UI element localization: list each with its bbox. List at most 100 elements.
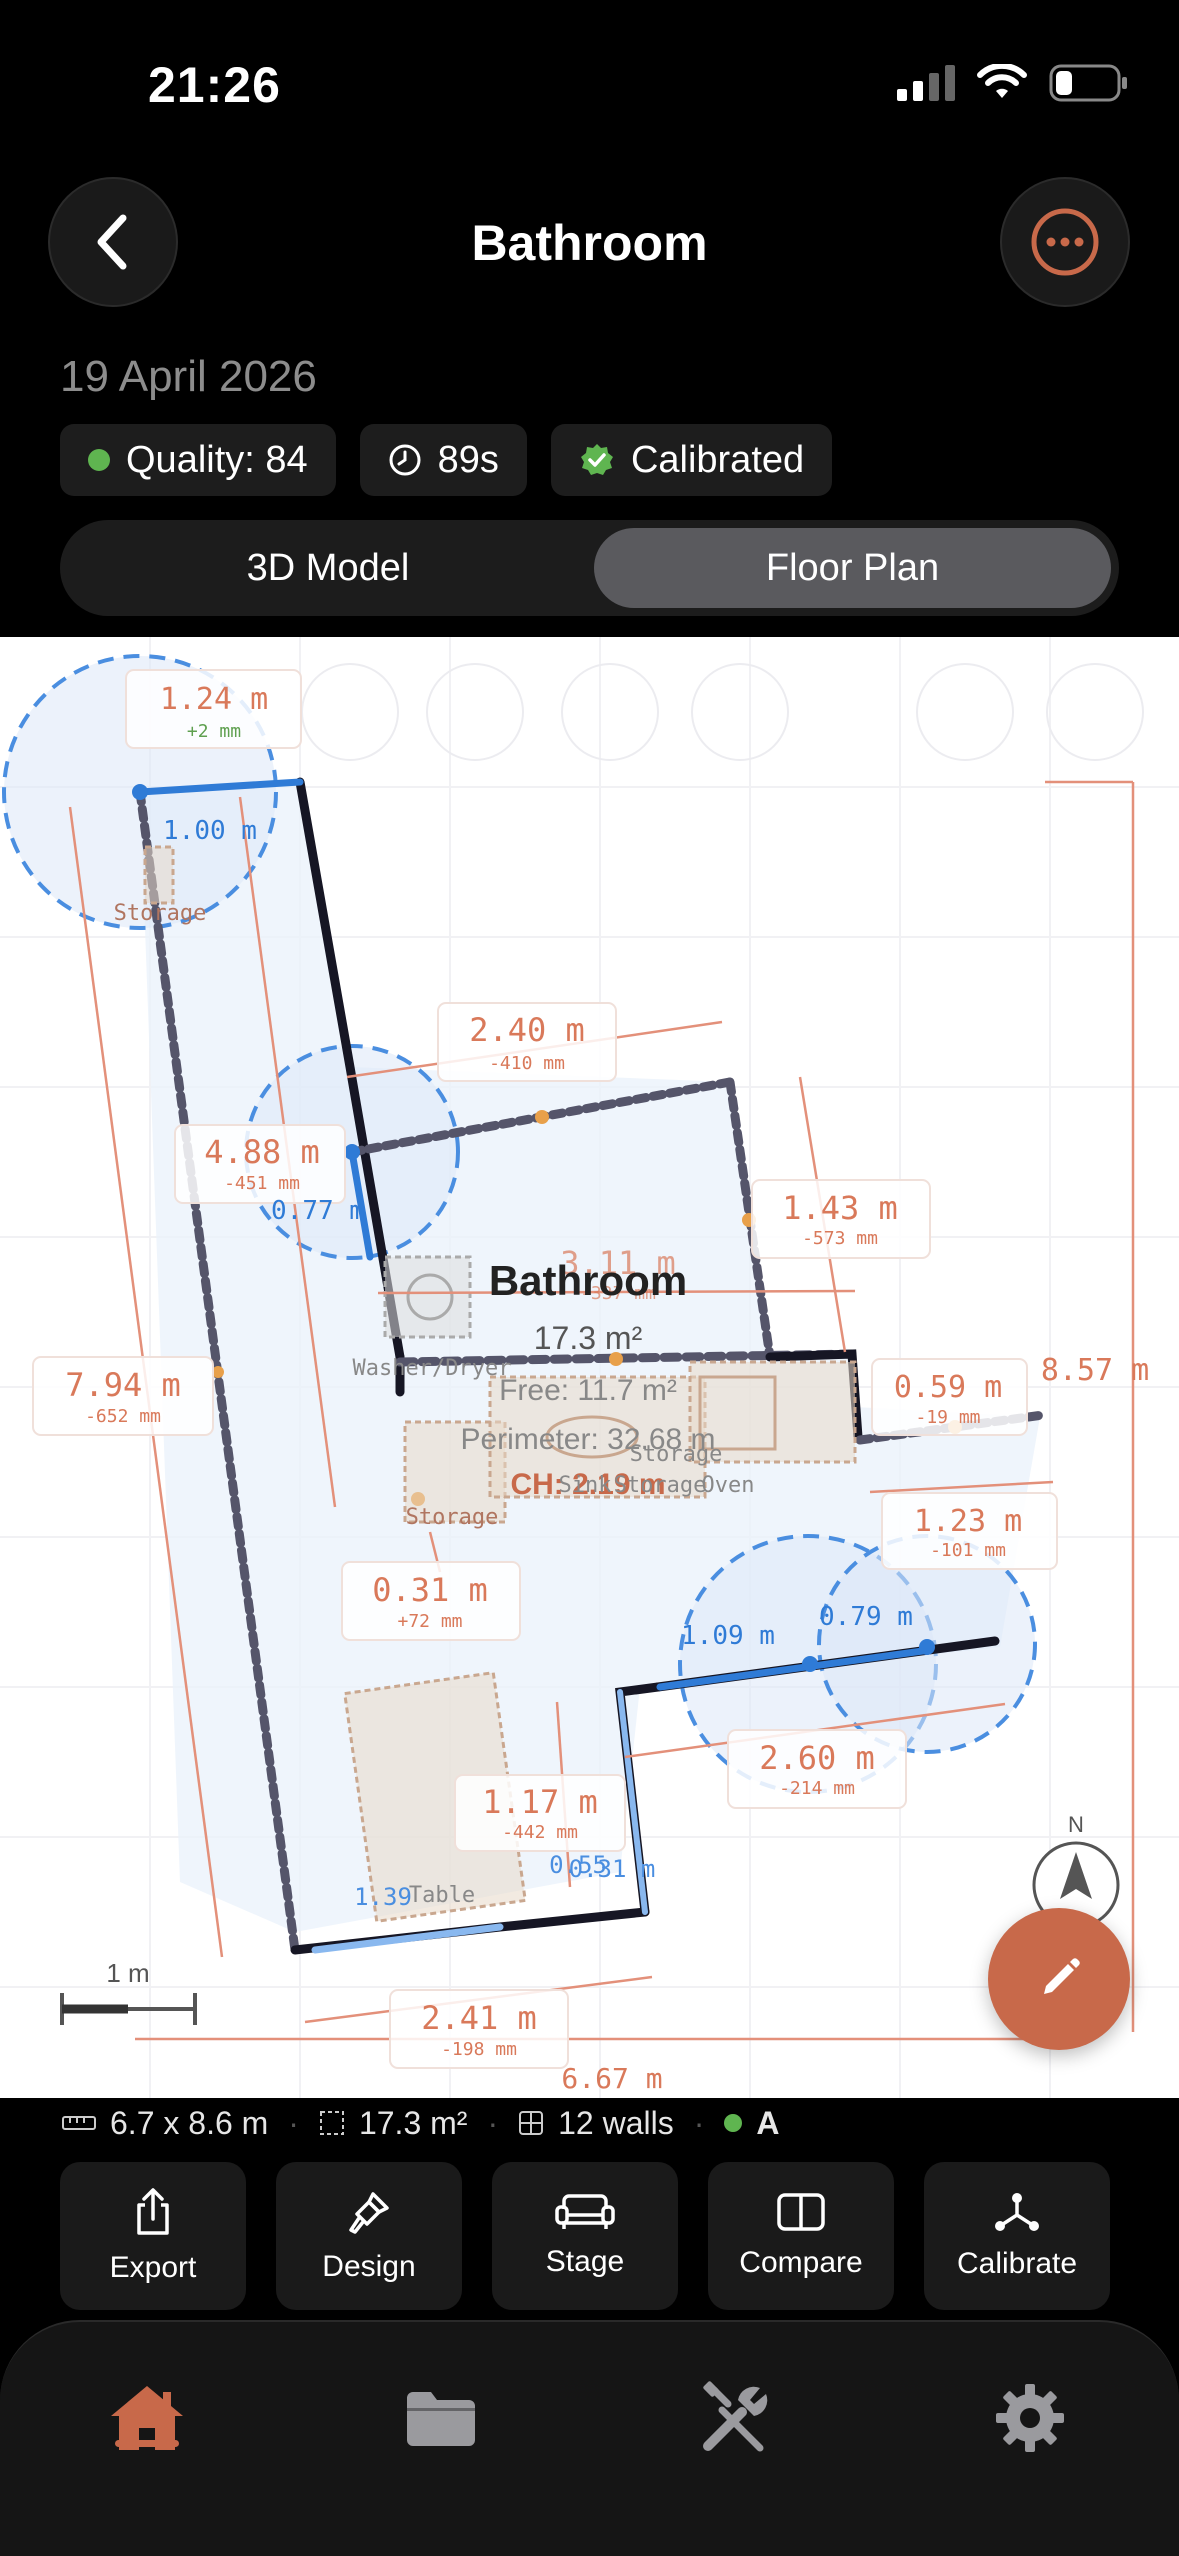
paintbrush-icon bbox=[349, 2192, 389, 2234]
dimension-label: 7.94 m bbox=[65, 1366, 181, 1404]
stat-separator: · bbox=[487, 2104, 499, 2141]
calibrated-chip: Calibrated bbox=[550, 424, 833, 496]
stage-label: Stage bbox=[545, 2245, 625, 2278]
stat-separator: · bbox=[288, 2104, 299, 2141]
stat-area: 17.3 m² bbox=[358, 2104, 468, 2141]
folder-icon bbox=[407, 2392, 475, 2446]
ruler-icon bbox=[62, 2116, 96, 2130]
dimension-delta: -410 mm bbox=[489, 1053, 565, 1074]
scan-stats-strip: 6.7 x 8.6 m · 17.3 m² · 12 walls · A bbox=[0, 2098, 1179, 2148]
dimension-label: 2.40 m bbox=[469, 1011, 585, 1049]
dimension-delta: +72 mm bbox=[397, 1611, 462, 1632]
share-icon bbox=[137, 2188, 169, 2235]
dimension-label: 2.41 m bbox=[421, 1999, 537, 2037]
area-icon bbox=[319, 2111, 344, 2135]
gear-icon bbox=[996, 2384, 1064, 2452]
calibrated-label: Calibrated bbox=[630, 438, 805, 481]
tab-tools[interactable] bbox=[676, 2358, 796, 2478]
edit-fab-button[interactable] bbox=[988, 1908, 1130, 2050]
free-area: Free: 11.7 m² bbox=[499, 1374, 677, 1407]
tab-floor-plan[interactable]: Floor Plan bbox=[594, 528, 1111, 608]
dimension-label: 0.31 m bbox=[569, 1855, 656, 1883]
action-row: Export Design Stage Compare Calibrate bbox=[60, 2162, 1110, 2310]
compass-north-label: N bbox=[1068, 1812, 1084, 1837]
more-options-button[interactable] bbox=[1000, 177, 1130, 307]
export-label: Export bbox=[109, 2251, 197, 2284]
faint-markers bbox=[301, 663, 1144, 761]
dimension-delta: -101 mm bbox=[930, 1540, 1006, 1561]
dimension-delta: -573 mm bbox=[802, 1228, 878, 1249]
scan-date: 19 April 2026 bbox=[60, 352, 317, 401]
tab-files[interactable] bbox=[381, 2358, 501, 2478]
battery-icon bbox=[1049, 64, 1127, 102]
dimension-delta: -19 mm bbox=[915, 1407, 980, 1428]
stat-walls: 12 walls bbox=[558, 2104, 674, 2141]
status-icons bbox=[897, 64, 1129, 102]
dimension-delta: -652 mm bbox=[85, 1406, 161, 1427]
quality-chip: Quality: 84 bbox=[60, 424, 336, 496]
quality-dot-icon bbox=[88, 449, 110, 471]
dimension-delta: -198 mm bbox=[441, 2039, 517, 2060]
export-button[interactable]: Export bbox=[60, 2162, 246, 2310]
tab-settings[interactable] bbox=[970, 2358, 1090, 2478]
wifi-icon bbox=[977, 64, 1027, 98]
nodes-icon bbox=[995, 2193, 1039, 2231]
dimension-label: 0.59 m bbox=[894, 1370, 1002, 1405]
duration-chip: 89s bbox=[359, 424, 527, 496]
dimension-label: 8.57 m bbox=[1041, 1353, 1149, 1388]
tab-selected-indicator bbox=[115, 2440, 179, 2447]
tools-icon bbox=[703, 2381, 768, 2452]
dimension-label: 1.43 m bbox=[782, 1189, 898, 1227]
stat-separator: · bbox=[693, 2104, 705, 2141]
compare-button[interactable]: Compare bbox=[708, 2162, 894, 2310]
dimension-delta: -442 mm bbox=[502, 1822, 578, 1843]
dimension-delta: +2 mm bbox=[187, 721, 241, 742]
object-label: Storage bbox=[630, 1442, 723, 1467]
tab-3d-model[interactable]: 3D Model bbox=[68, 528, 588, 608]
cellular-signal-icon bbox=[897, 65, 955, 101]
room-name: Bathroom bbox=[489, 1257, 687, 1304]
dimension-delta: -451 mm bbox=[224, 1173, 300, 1194]
dimension-label: 2.60 m bbox=[759, 1739, 875, 1777]
calibrate-button[interactable]: Calibrate bbox=[924, 2162, 1110, 2310]
design-button[interactable]: Design bbox=[276, 2162, 462, 2310]
room-area: 17.3 m² bbox=[534, 1320, 643, 1356]
object-label: Storage bbox=[114, 901, 207, 926]
verified-badge-icon bbox=[580, 444, 613, 475]
object-label: Oven bbox=[702, 1473, 755, 1498]
grade-dot-icon bbox=[724, 2114, 743, 2132]
split-view-icon bbox=[777, 2193, 825, 2231]
duration-label: 89s bbox=[437, 438, 499, 481]
tab-bar bbox=[0, 2320, 1179, 2556]
floor-plan-canvas[interactable]: 1.24 m +2 mm 1.00 m 2.40 m -410 mm 4.88 … bbox=[0, 637, 1179, 2098]
calibrate-label: Calibrate bbox=[956, 2247, 1078, 2280]
dimension-label: 0.79 m bbox=[819, 1602, 913, 1632]
object-label: Sink bbox=[559, 1473, 612, 1498]
status-bar: 21:26 bbox=[0, 0, 1179, 150]
dimension-label: 1.17 m bbox=[482, 1783, 598, 1821]
scan-info-chips: Quality: 84 89s Calibrated bbox=[60, 424, 833, 496]
stat-grade: A bbox=[756, 2104, 780, 2141]
ellipsis-circle-icon bbox=[1031, 208, 1099, 276]
stage-button[interactable]: Stage bbox=[492, 2162, 678, 2310]
quality-label: Quality: 84 bbox=[126, 438, 308, 481]
dimension-label: 0.77 m bbox=[271, 1196, 365, 1226]
clock-icon bbox=[389, 444, 421, 476]
object-label: Storage bbox=[614, 1473, 707, 1498]
stat-size: 6.7 x 8.6 m bbox=[110, 2104, 269, 2141]
compare-label: Compare bbox=[739, 2246, 863, 2279]
sofa-icon bbox=[555, 2194, 615, 2229]
view-mode-toggle: 3D Model Floor Plan bbox=[60, 520, 1119, 616]
dimension-label: 0.31 m bbox=[372, 1571, 488, 1609]
tab-home[interactable] bbox=[87, 2358, 207, 2478]
dimension-label: 4.88 m bbox=[204, 1133, 320, 1171]
object-label: Storage bbox=[406, 1505, 499, 1530]
scale-bar: 1 m bbox=[60, 1958, 197, 2025]
status-time: 21:26 bbox=[148, 57, 281, 113]
design-label: Design bbox=[322, 2250, 416, 2283]
pencil-icon bbox=[1044, 1958, 1080, 1994]
object-label: Table bbox=[409, 1883, 475, 1908]
object-label: Washer/Dryer bbox=[353, 1356, 512, 1381]
dimension-delta: -214 mm bbox=[779, 1778, 855, 1799]
dimension-label: 1.09 m bbox=[681, 1621, 775, 1651]
